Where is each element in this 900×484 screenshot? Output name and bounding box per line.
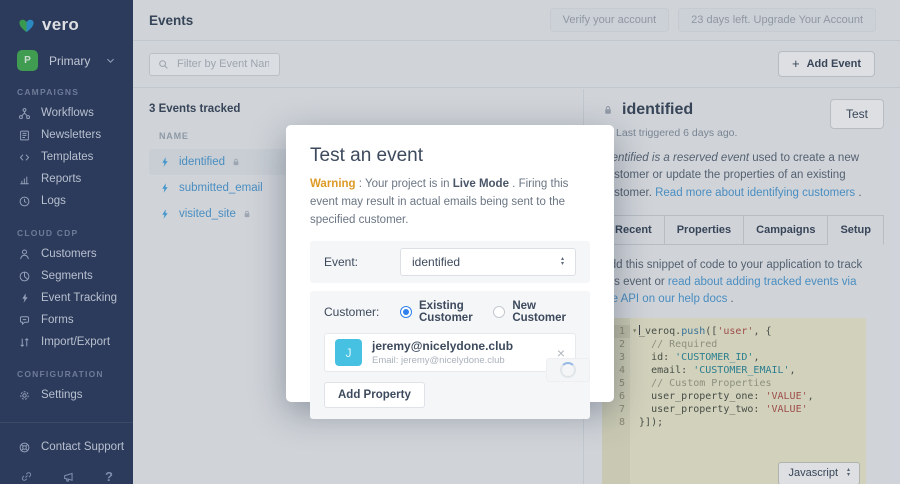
customer-email: jeremy@nicelydone.club [372, 339, 514, 354]
add-property-button[interactable]: Add Property [324, 382, 425, 409]
select-stepper-icon: ▴ ▾ [560, 256, 564, 268]
event-select-value: identified [412, 255, 461, 270]
loading-spinner-icon [560, 362, 576, 378]
existing-customer-radio[interactable] [400, 306, 412, 319]
event-field-label: Event: [324, 255, 359, 270]
app-window: vero P Primary CAMPAIGNS Workflows Newslet… [0, 0, 900, 484]
customer-field-label: Customer: [324, 305, 380, 320]
customer-card: J jeremy@nicelydone.club Email: jeremy@n… [324, 333, 576, 373]
event-select[interactable]: identified ▴ ▾ [400, 248, 576, 277]
new-customer-radio[interactable] [493, 306, 506, 319]
customer-email-sub: Email: jeremy@nicelydone.club [372, 355, 505, 367]
new-customer-label: New Customer [512, 300, 566, 325]
warning-message: Warning : Your project is in Live Mode .… [310, 178, 569, 226]
customer-field-section: Customer: Existing Customer New Customer… [310, 291, 590, 420]
existing-customer-label: Existing Customer [419, 300, 473, 325]
customer-avatar: J [335, 339, 362, 367]
live-mode-label: Live Mode [452, 178, 509, 190]
warning-label: Warning [310, 178, 356, 190]
close-icon[interactable]: × [557, 346, 565, 360]
event-field-row: Event: identified ▴ ▾ [310, 241, 590, 284]
modal-title: Test an event [310, 145, 424, 166]
test-event-modal: Test an event Warning : Your project is … [286, 125, 614, 420]
submit-test-button-loading[interactable] [546, 358, 590, 382]
